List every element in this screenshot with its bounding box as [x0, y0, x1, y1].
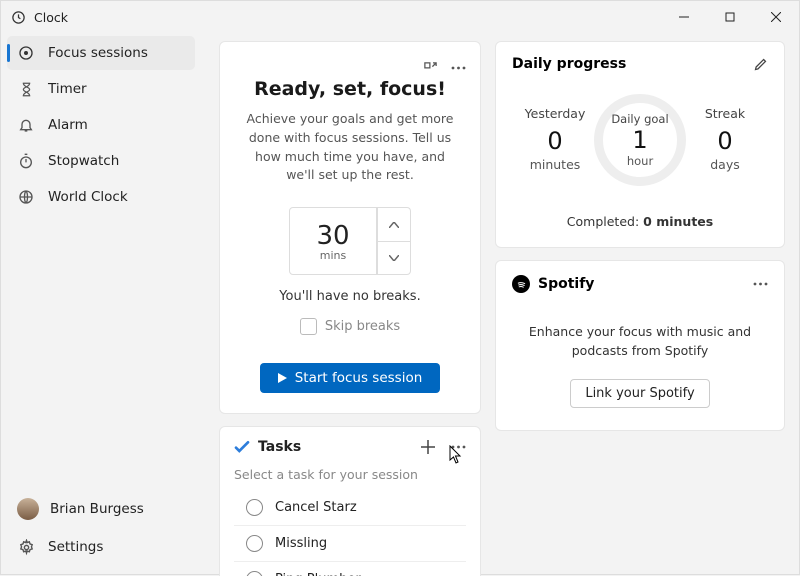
- spotify-description: Enhance your focus with music and podcas…: [522, 323, 758, 361]
- titlebar: Clock: [1, 1, 799, 33]
- link-spotify-button[interactable]: Link your Spotify: [570, 379, 709, 408]
- edit-icon[interactable]: [752, 56, 768, 72]
- task-row[interactable]: Missling: [234, 526, 466, 562]
- stat-yesterday: Yesterday 0 minutes: [516, 106, 594, 186]
- sidebar-item-timer[interactable]: Timer: [7, 72, 195, 106]
- sidebar-item-settings[interactable]: Settings: [7, 528, 195, 566]
- task-row[interactable]: Ping Plumber: [234, 562, 466, 576]
- sidebar-item-label: Settings: [48, 539, 103, 555]
- spotify-title: Spotify: [538, 276, 594, 292]
- sidebar-item-label: Alarm: [48, 117, 88, 133]
- hourglass-icon: [17, 80, 35, 98]
- sidebar-item-label: Focus sessions: [48, 45, 148, 61]
- focus-description: Achieve your goals and get more done wit…: [236, 110, 464, 185]
- focus-session-card: Ready, set, focus! Achieve your goals an…: [219, 41, 481, 414]
- stat-streak: Streak 0 days: [686, 106, 764, 186]
- task-label: Missling: [275, 536, 327, 551]
- main-content: Ready, set, focus! Achieve your goals an…: [201, 33, 799, 576]
- maximize-button[interactable]: [707, 1, 753, 33]
- bell-icon: [17, 116, 35, 134]
- sidebar-item-world-clock[interactable]: World Clock: [7, 180, 195, 214]
- focus-icon: [17, 44, 35, 62]
- breaks-info: You'll have no breaks.: [236, 289, 464, 304]
- skip-breaks-label: Skip breaks: [325, 319, 400, 334]
- duration-value: 30: [316, 221, 349, 251]
- focus-title: Ready, set, focus!: [236, 78, 464, 100]
- duration-stepper: 30 mins: [236, 207, 464, 275]
- daily-progress-card: Daily progress Yesterday 0 minutes Daily…: [495, 41, 785, 248]
- sidebar-item-label: Stopwatch: [48, 153, 119, 169]
- sidebar: Focus sessions Timer Alarm Stopwatch Wor…: [1, 33, 201, 576]
- task-label: Cancel Starz: [275, 500, 357, 515]
- tasks-icon: [234, 439, 250, 455]
- completed-line: Completed: 0 minutes: [512, 214, 768, 229]
- task-radio[interactable]: [246, 535, 263, 552]
- task-radio[interactable]: [246, 571, 263, 576]
- sidebar-user[interactable]: Brian Burgess: [7, 490, 195, 528]
- spotify-icon: [512, 275, 530, 293]
- clock-app-icon: [11, 10, 26, 25]
- expand-icon[interactable]: [422, 60, 438, 76]
- progress-ring: Daily goal 1 hour: [594, 94, 686, 186]
- decrease-button[interactable]: [377, 241, 411, 275]
- globe-icon: [17, 188, 35, 206]
- start-button-label: Start focus session: [295, 370, 423, 386]
- task-row[interactable]: Cancel Starz: [234, 490, 466, 526]
- gear-icon: [17, 538, 35, 556]
- app-title: Clock: [34, 10, 68, 25]
- tasks-title: Tasks: [258, 439, 301, 455]
- daily-title: Daily progress: [512, 56, 626, 72]
- close-button[interactable]: [753, 1, 799, 33]
- duration-display[interactable]: 30 mins: [289, 207, 377, 275]
- sidebar-item-alarm[interactable]: Alarm: [7, 108, 195, 142]
- avatar: [17, 498, 39, 520]
- more-icon[interactable]: [752, 276, 768, 292]
- add-task-button[interactable]: [420, 439, 436, 455]
- sidebar-item-focus-sessions[interactable]: Focus sessions: [7, 36, 195, 70]
- task-label: Ping Plumber: [275, 572, 361, 576]
- skip-breaks-checkbox[interactable]: [300, 318, 317, 335]
- tasks-subtitle: Select a task for your session: [234, 467, 466, 482]
- stat-daily-goal: Daily goal 1 hour: [594, 106, 686, 186]
- increase-button[interactable]: [377, 207, 411, 241]
- task-radio[interactable]: [246, 499, 263, 516]
- duration-unit: mins: [320, 249, 346, 262]
- more-icon[interactable]: [450, 439, 466, 455]
- user-name: Brian Burgess: [50, 501, 144, 517]
- start-focus-button[interactable]: Start focus session: [260, 363, 441, 393]
- stopwatch-icon: [17, 152, 35, 170]
- spotify-card: Spotify Enhance your focus with music an…: [495, 260, 785, 431]
- sidebar-item-label: World Clock: [48, 189, 128, 205]
- more-icon[interactable]: [450, 60, 466, 76]
- sidebar-item-label: Timer: [48, 81, 87, 97]
- minimize-button[interactable]: [661, 1, 707, 33]
- sidebar-item-stopwatch[interactable]: Stopwatch: [7, 144, 195, 178]
- tasks-card: Tasks Select a task for your session Can…: [219, 426, 481, 576]
- play-icon: [278, 373, 287, 383]
